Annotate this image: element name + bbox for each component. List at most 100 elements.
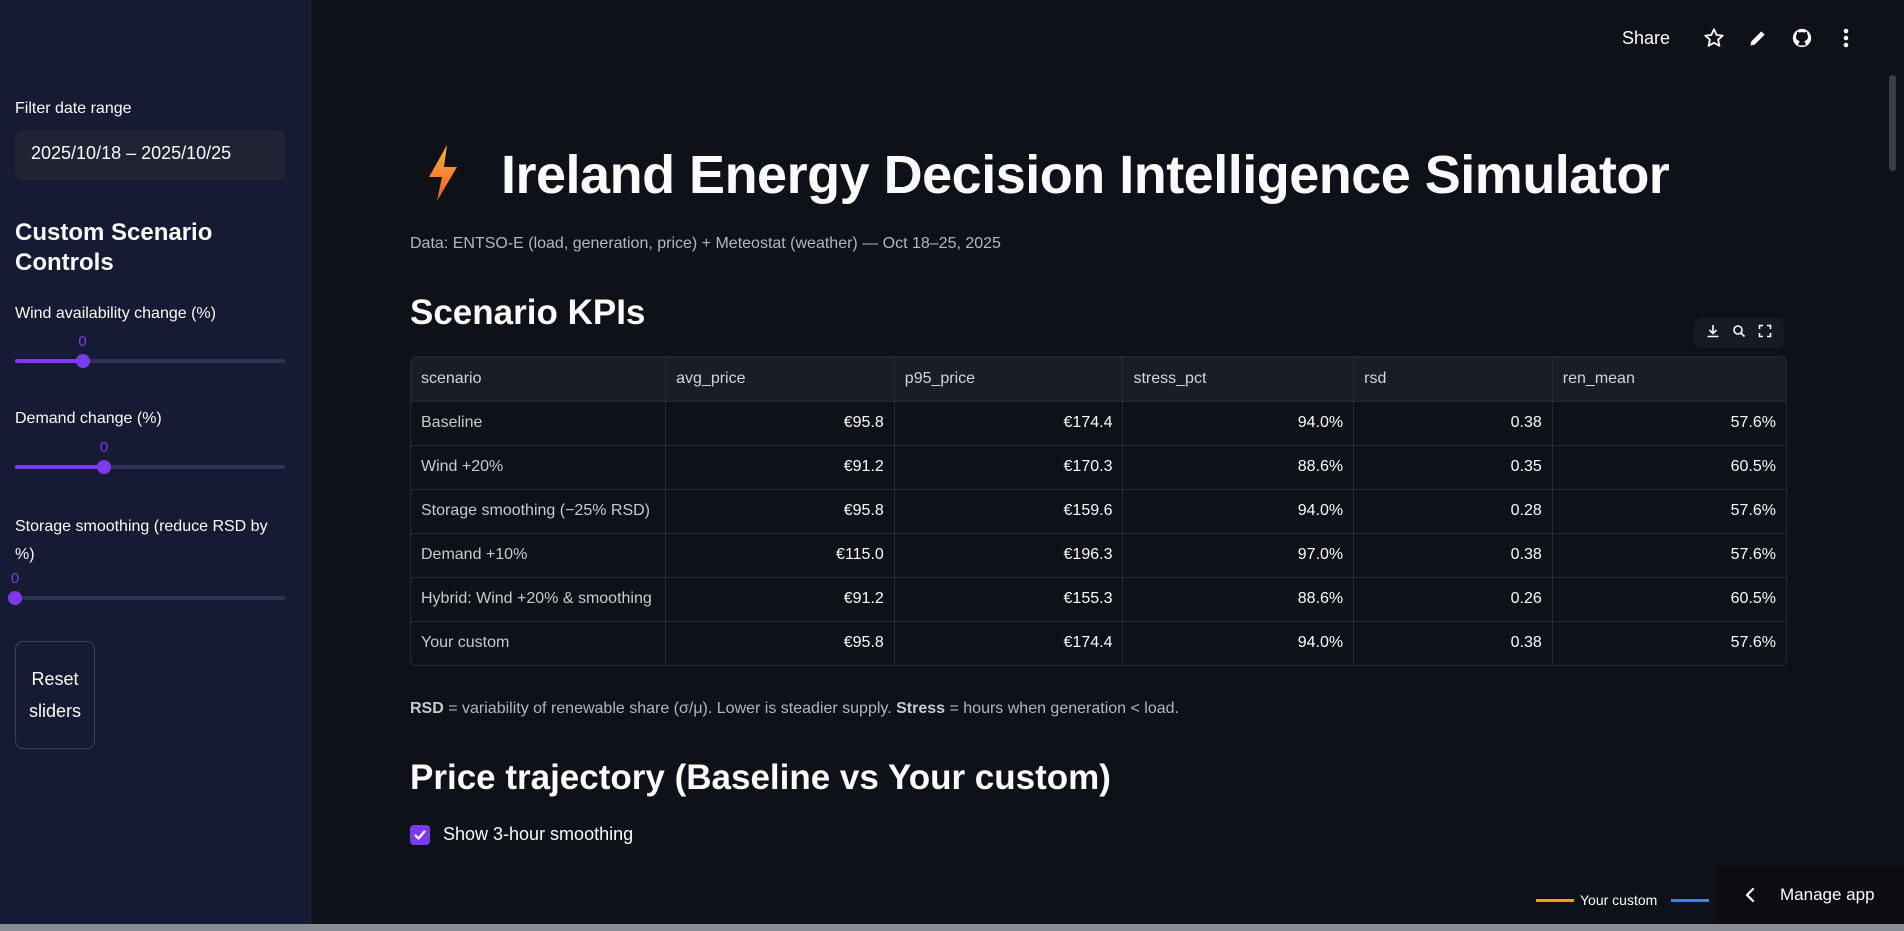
table-cell: 0.26 bbox=[1353, 577, 1553, 622]
table-cell: 94.0% bbox=[1122, 489, 1355, 534]
stress-definition: = hours when generation < load. bbox=[945, 700, 1179, 717]
table-cell: €95.8 bbox=[665, 489, 895, 534]
table-cell: €91.2 bbox=[665, 445, 895, 490]
rsd-term: RSD bbox=[410, 700, 444, 717]
slider-value: 0 bbox=[10, 570, 20, 587]
table-cell: Demand +10% bbox=[411, 533, 667, 578]
table-cell: €91.2 bbox=[665, 577, 895, 622]
title-row: Ireland Energy Decision Intelligence Sim… bbox=[410, 143, 1670, 207]
table-cell: 57.6% bbox=[1730, 634, 1776, 652]
data-source-caption: Data: ENTSO-E (load, generation, price) … bbox=[410, 235, 1001, 252]
slider-thumb[interactable] bbox=[97, 460, 112, 474]
smoothing-checkbox[interactable] bbox=[410, 824, 430, 845]
table-cell: Your custom bbox=[411, 621, 667, 665]
table-toolbar bbox=[1694, 318, 1784, 348]
reset-sliders-button[interactable]: Reset sliders bbox=[15, 641, 95, 749]
table-cell: 0.38 bbox=[1353, 533, 1553, 578]
table-cell: 57.6% bbox=[1552, 489, 1786, 534]
table-cell: Baseline bbox=[411, 401, 667, 446]
table-cell: 97.0% bbox=[1122, 533, 1355, 578]
legend-swatch-baseline bbox=[1671, 898, 1710, 902]
table-cell: 60.5% bbox=[1552, 577, 1786, 622]
table-cell: 0.38 bbox=[1353, 401, 1553, 446]
table-row: Demand +10% €115.0 €196.3 97.0% 0.38 57.… bbox=[411, 533, 1786, 578]
smoothing-checkbox-row[interactable]: Show 3-hour smoothing bbox=[410, 824, 633, 845]
main-content: Ireland Energy Decision Intelligence Sim… bbox=[410, 0, 1790, 924]
column-header[interactable]: p95_price bbox=[894, 357, 1124, 402]
metric-definitions-note: RSD = variability of renewable share (σ/… bbox=[410, 700, 1179, 718]
lightning-bolt-icon bbox=[423, 143, 475, 207]
rsd-definition: = variability of renewable share (σ/μ). … bbox=[443, 700, 897, 717]
table-cell: €95.8 bbox=[665, 621, 895, 665]
slider-thumb[interactable] bbox=[8, 591, 22, 605]
table-cell: €95.8 bbox=[665, 401, 895, 446]
page-title: Ireland Energy Decision Intelligence Sim… bbox=[501, 145, 1670, 205]
window-bottom-edge bbox=[0, 924, 1904, 931]
table-cell: €155.3 bbox=[894, 577, 1124, 622]
search-icon[interactable] bbox=[1732, 324, 1746, 343]
table-cell: €174.4 bbox=[894, 401, 1124, 446]
app-root: Filter date range 2025/10/18 – 2025/10/2… bbox=[0, 0, 1904, 924]
column-header[interactable]: stress_pct bbox=[1122, 357, 1355, 402]
table-cell: 0.28 bbox=[1353, 489, 1553, 534]
scrollbar[interactable] bbox=[1889, 75, 1896, 171]
legend-swatch-your-custom bbox=[1536, 898, 1574, 902]
stress-term: Stress bbox=[896, 700, 946, 717]
table-cell: 88.6% bbox=[1122, 577, 1355, 622]
table-cell: €174.4 bbox=[894, 621, 1124, 665]
table-cell: €159.6 bbox=[894, 489, 1124, 534]
demand-slider-label: Demand change (%) bbox=[15, 410, 162, 427]
slider-track bbox=[15, 596, 285, 600]
storage-slider-label: Storage smoothing (reduce RSD by %) bbox=[15, 518, 268, 563]
download-icon[interactable] bbox=[1706, 324, 1720, 343]
column-header[interactable]: rsd bbox=[1353, 357, 1553, 402]
table-cell: Wind +20% bbox=[411, 445, 667, 490]
kpi-table[interactable]: scenario avg_price p95_price stress_pct … bbox=[410, 356, 1787, 666]
date-range-label: Filter date range bbox=[15, 100, 132, 117]
table-cell: 94.0% bbox=[1122, 621, 1355, 665]
table-cell: 57.6% bbox=[1552, 401, 1786, 446]
more-vertical-icon[interactable] bbox=[1824, 22, 1868, 54]
table-cell: €170.3 bbox=[894, 445, 1124, 490]
date-range-input[interactable]: 2025/10/18 – 2025/10/25 bbox=[15, 130, 285, 180]
slider-value: 0 bbox=[78, 333, 87, 350]
table-cell: 60.5% bbox=[1552, 445, 1786, 490]
column-header[interactable]: avg_price bbox=[665, 357, 895, 402]
table-cell: 88.6% bbox=[1122, 445, 1355, 490]
table-row: Baseline €95.8 €174.4 94.0% 0.38 57.6% bbox=[411, 401, 1786, 446]
slider-thumb[interactable] bbox=[75, 354, 90, 368]
kpi-heading: Scenario KPIs bbox=[410, 293, 646, 332]
table-cell: 0.35 bbox=[1353, 445, 1553, 490]
column-header[interactable]: scenario bbox=[411, 357, 667, 402]
price-trajectory-heading: Price trajectory (Baseline vs Your custo… bbox=[410, 758, 1111, 797]
table-cell: €196.3 bbox=[894, 533, 1124, 578]
sidebar: Filter date range 2025/10/18 – 2025/10/2… bbox=[0, 0, 311, 924]
storage-slider[interactable]: 0 bbox=[8, 570, 285, 612]
table-cell: €115.0 bbox=[665, 533, 895, 578]
demand-slider[interactable]: 0 bbox=[15, 439, 285, 481]
wind-slider[interactable]: 0 bbox=[15, 333, 285, 375]
manage-app-label: Manage app bbox=[1780, 885, 1875, 904]
table-cell: 57.6% bbox=[1552, 533, 1786, 578]
smoothing-checkbox-label: Show 3-hour smoothing bbox=[443, 824, 634, 844]
table-header-row: scenario avg_price p95_price stress_pct … bbox=[411, 357, 1786, 402]
table-cell: Storage smoothing (−25% RSD) bbox=[411, 489, 667, 534]
wind-slider-label: Wind availability change (%) bbox=[15, 305, 216, 322]
table-row: Storage smoothing (−25% RSD) €95.8 €159.… bbox=[411, 489, 1786, 534]
table-cell: 94.0% bbox=[1122, 401, 1355, 446]
table-cell: Hybrid: Wind +20% & smoothing bbox=[411, 577, 667, 622]
legend-label-your-custom: Your custom bbox=[1580, 892, 1658, 908]
chevron-left-icon bbox=[1745, 887, 1755, 903]
chart-legend: Your custom bbox=[1536, 892, 1715, 908]
column-header[interactable]: ren_mean bbox=[1552, 357, 1786, 402]
table-cell: 0.38 bbox=[1353, 621, 1553, 665]
slider-value: 0 bbox=[99, 439, 109, 456]
table-row: Hybrid: Wind +20% & smoothing €91.2 €155… bbox=[411, 577, 1786, 622]
slider-fill bbox=[15, 359, 83, 363]
sidebar-heading: Custom Scenario Controls bbox=[15, 219, 213, 276]
table-row: Your custom €95.8 €174.4 94.0% 0.38 57.6… bbox=[411, 621, 1786, 665]
check-icon bbox=[414, 829, 426, 840]
fullscreen-icon[interactable] bbox=[1758, 324, 1772, 343]
manage-app-button[interactable]: Manage app bbox=[1716, 866, 1904, 924]
table-row: Wind +20% €91.2 €170.3 88.6% 0.35 60.5% bbox=[411, 445, 1786, 490]
